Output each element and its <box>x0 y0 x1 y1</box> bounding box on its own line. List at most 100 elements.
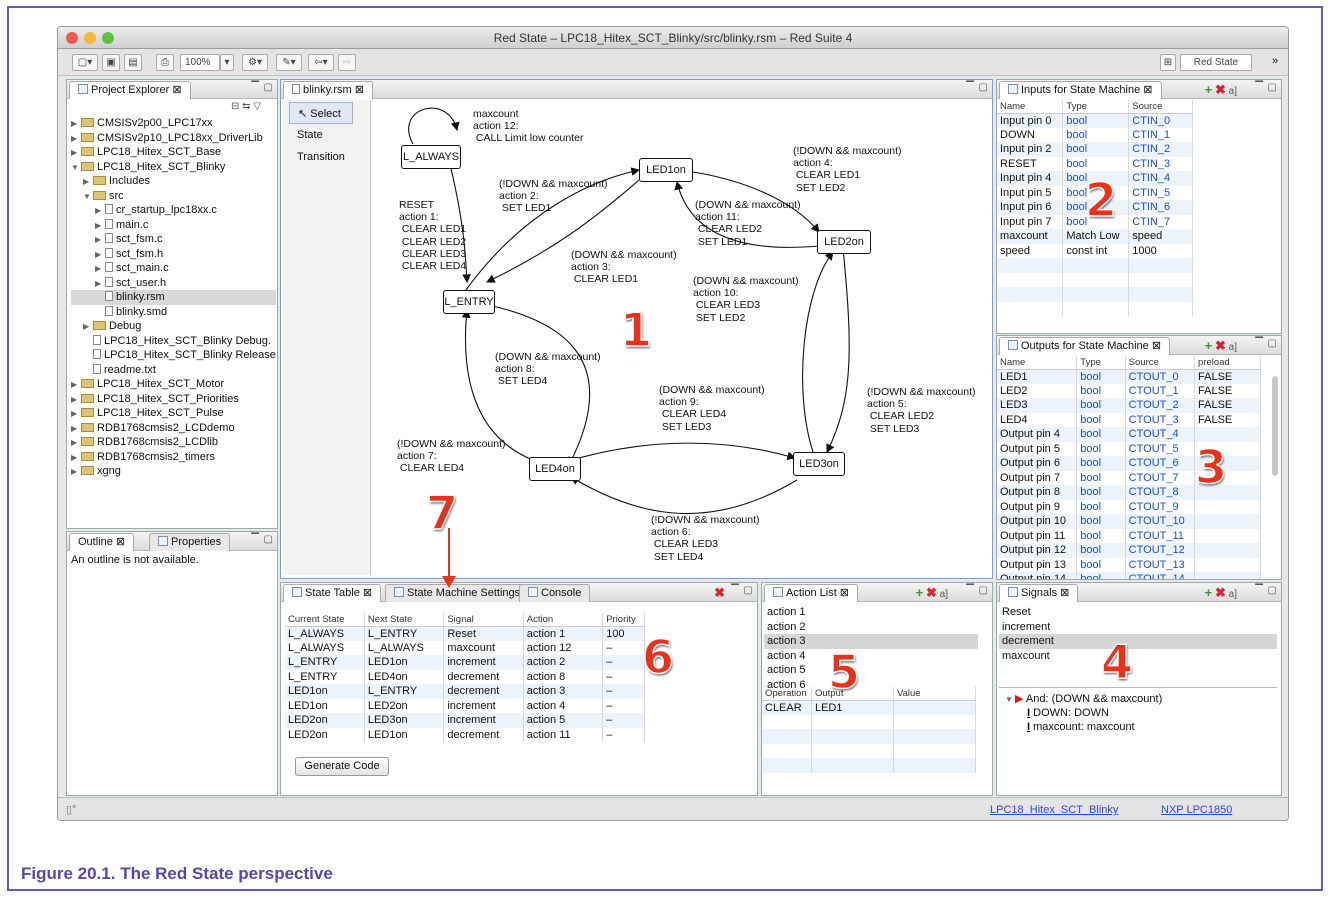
state-node[interactable]: LED2on <box>817 230 871 254</box>
table-cell[interactable]: Output pin 10 <box>997 514 1078 529</box>
table-cell[interactable]: CTIN_7 <box>1128 214 1193 229</box>
expand-icon[interactable]: ▶ <box>95 262 105 277</box>
tree-item[interactable]: blinky.smd <box>71 305 276 320</box>
tree-item[interactable]: ▶ LPC18_Hitex_SCT_Pulse <box>71 406 276 421</box>
table-cell[interactable]: bool <box>1062 142 1130 157</box>
maximize-icon[interactable]: ▢ <box>1268 82 1277 93</box>
list-item[interactable]: action 2 <box>764 620 978 635</box>
table-row[interactable]: LED1 bool CTOUT_0 FALSE <box>997 369 1261 384</box>
expand-icon[interactable]: ▶ <box>83 320 93 335</box>
diagram-canvas[interactable]: L_ALWAYS L_ENTRY LED1on LED2on LED3on LE… <box>393 100 990 578</box>
scrollbar[interactable] <box>1272 376 1278 476</box>
tree-item[interactable]: ▼ src <box>71 189 276 204</box>
table-cell[interactable]: bool <box>1062 127 1130 142</box>
table-row[interactable]: maxcount Match Low speed <box>997 229 1193 244</box>
tab-inputs[interactable]: Inputs for State Machine ⊠ <box>999 81 1162 99</box>
collapse-all-icon[interactable]: ⊟ ⇆ ▽ <box>231 101 261 112</box>
expand-icon[interactable]: ▶ <box>71 422 81 437</box>
tree-item[interactable]: blinky.rsm <box>71 290 276 305</box>
expand-icon[interactable]: ▶ <box>71 451 81 466</box>
expand-icon[interactable]: ▶ <box>95 277 105 292</box>
tree-item[interactable]: ▶ xgng <box>71 464 276 479</box>
zoom-dropdown-icon[interactable]: ▾ <box>220 54 234 71</box>
expand-icon[interactable]: ▶ <box>83 175 93 190</box>
table-cell[interactable]: CTOUT_5 <box>1125 441 1196 456</box>
forward-icon[interactable]: ⇨ <box>338 54 356 71</box>
delete-icon[interactable]: ✖ <box>714 585 725 600</box>
tree-item[interactable]: LPC18_Hitex_SCT_Blinky Debug. <box>71 334 276 349</box>
table-cell[interactable]: – <box>602 640 645 655</box>
table-cell[interactable]: 1000 <box>1128 243 1193 258</box>
table-row[interactable]: Output pin 14 bool CTOUT_14 <box>997 572 1261 579</box>
maximize-icon[interactable]: ▢ <box>1268 585 1277 596</box>
column-header[interactable]: Operation <box>762 687 812 701</box>
table-cell[interactable]: CLEAR <box>762 700 812 715</box>
column-header[interactable]: Action <box>523 613 604 627</box>
column-header[interactable]: Next State <box>364 613 445 627</box>
table-cell[interactable]: Reset <box>443 626 524 641</box>
table-cell[interactable]: decrement <box>443 727 524 742</box>
table-cell[interactable]: Output pin 12 <box>997 543 1078 558</box>
column-header[interactable]: Source <box>1125 356 1196 370</box>
table-row[interactable]: Input pin 0 bool CTIN_0 <box>997 113 1193 128</box>
table-cell[interactable]: bool <box>1076 485 1126 500</box>
tab-outputs[interactable]: Outputs for State Machine ⊠ <box>999 337 1171 355</box>
rename-icon[interactable]: a] <box>1229 342 1237 353</box>
table-cell[interactable] <box>893 700 977 715</box>
back-icon[interactable]: ⇦▾ <box>308 54 334 71</box>
tree-item[interactable]: ▶ RDB1768cmsis2_LCDdemo <box>71 421 276 436</box>
table-cell[interactable]: LED1on <box>285 684 365 699</box>
table-cell[interactable]: LED1 <box>997 369 1078 384</box>
close-window-button[interactable] <box>66 32 78 44</box>
table-cell[interactable]: bool <box>1076 528 1126 543</box>
table-row[interactable]: L_ALWAYS L_ALWAYS maxcount action 12– <box>285 640 645 655</box>
table-cell[interactable]: LED4 <box>997 412 1078 427</box>
table-cell[interactable]: bool <box>1076 543 1126 558</box>
table-cell[interactable]: Input pin 4 <box>997 171 1064 186</box>
table-cell[interactable]: CTOUT_3 <box>1125 412 1196 427</box>
table-cell[interactable]: CTOUT_14 <box>1125 572 1196 579</box>
table-cell[interactable]: Input pin 0 <box>997 113 1064 128</box>
table-cell[interactable]: CTOUT_12 <box>1125 543 1196 558</box>
table-cell[interactable] <box>1194 557 1261 572</box>
table-row[interactable]: LED2on LED1on decrement action 11– <box>285 727 645 742</box>
table-row[interactable]: Output pin 10 bool CTOUT_10 <box>997 514 1261 529</box>
tree-item[interactable]: ▶ sct_fsm.c <box>71 232 276 247</box>
list-item[interactable]: Reset <box>999 605 1277 620</box>
expand-icon[interactable]: ▶ <box>95 233 105 248</box>
tab-properties[interactable]: Properties <box>149 533 231 551</box>
signal-list[interactable]: Reset increment decrement maxcount <box>999 605 1277 663</box>
add-icon[interactable]: + <box>1205 82 1213 97</box>
table-cell[interactable]: CTIN_6 <box>1128 200 1193 215</box>
table-cell[interactable]: CTOUT_13 <box>1125 557 1196 572</box>
table-cell[interactable]: LED3 <box>997 398 1078 413</box>
maximize-icon[interactable]: ▢ <box>979 82 988 93</box>
minimize-icon[interactable]: ▔ <box>251 534 259 545</box>
expand-icon[interactable]: ▶ <box>95 204 105 219</box>
add-icon[interactable]: + <box>1205 338 1213 353</box>
table-cell[interactable]: action 12 <box>523 640 604 655</box>
table-cell[interactable]: bool <box>1062 156 1130 171</box>
table-cell[interactable]: – <box>602 713 645 728</box>
table-cell[interactable]: LED1on <box>285 698 365 713</box>
minimize-icon[interactable]: ▔ <box>731 585 739 596</box>
table-cell[interactable]: action 2 <box>523 655 604 670</box>
tab-console[interactable]: Console <box>519 584 591 602</box>
table-row[interactable]: RESET bool CTIN_3 <box>997 156 1193 171</box>
maximize-icon[interactable]: ▢ <box>264 82 273 93</box>
status-chip-link[interactable]: NXP LPC1850 <box>1161 804 1232 816</box>
tree-item[interactable]: ▶ Debug <box>71 319 276 334</box>
table-cell[interactable]: LED1 <box>811 700 894 715</box>
table-cell[interactable]: Output pin 14 <box>997 572 1078 579</box>
save-icon[interactable]: ▣ <box>102 54 120 71</box>
minimize-icon[interactable]: ▔ <box>251 82 259 93</box>
minimize-icon[interactable]: ▔ <box>966 585 974 596</box>
table-cell[interactable]: Output pin 4 <box>997 427 1078 442</box>
table-cell[interactable]: maxcount <box>443 640 524 655</box>
state-node[interactable]: L_ALWAYS <box>401 145 461 169</box>
palette-select[interactable]: ↖ Select <box>289 102 353 124</box>
table-cell[interactable]: Output pin 13 <box>997 557 1078 572</box>
expand-icon[interactable]: ▶ <box>71 117 81 132</box>
table-row[interactable]: LED2 bool CTOUT_1 FALSE <box>997 383 1261 398</box>
rename-icon[interactable]: a] <box>1229 86 1237 97</box>
